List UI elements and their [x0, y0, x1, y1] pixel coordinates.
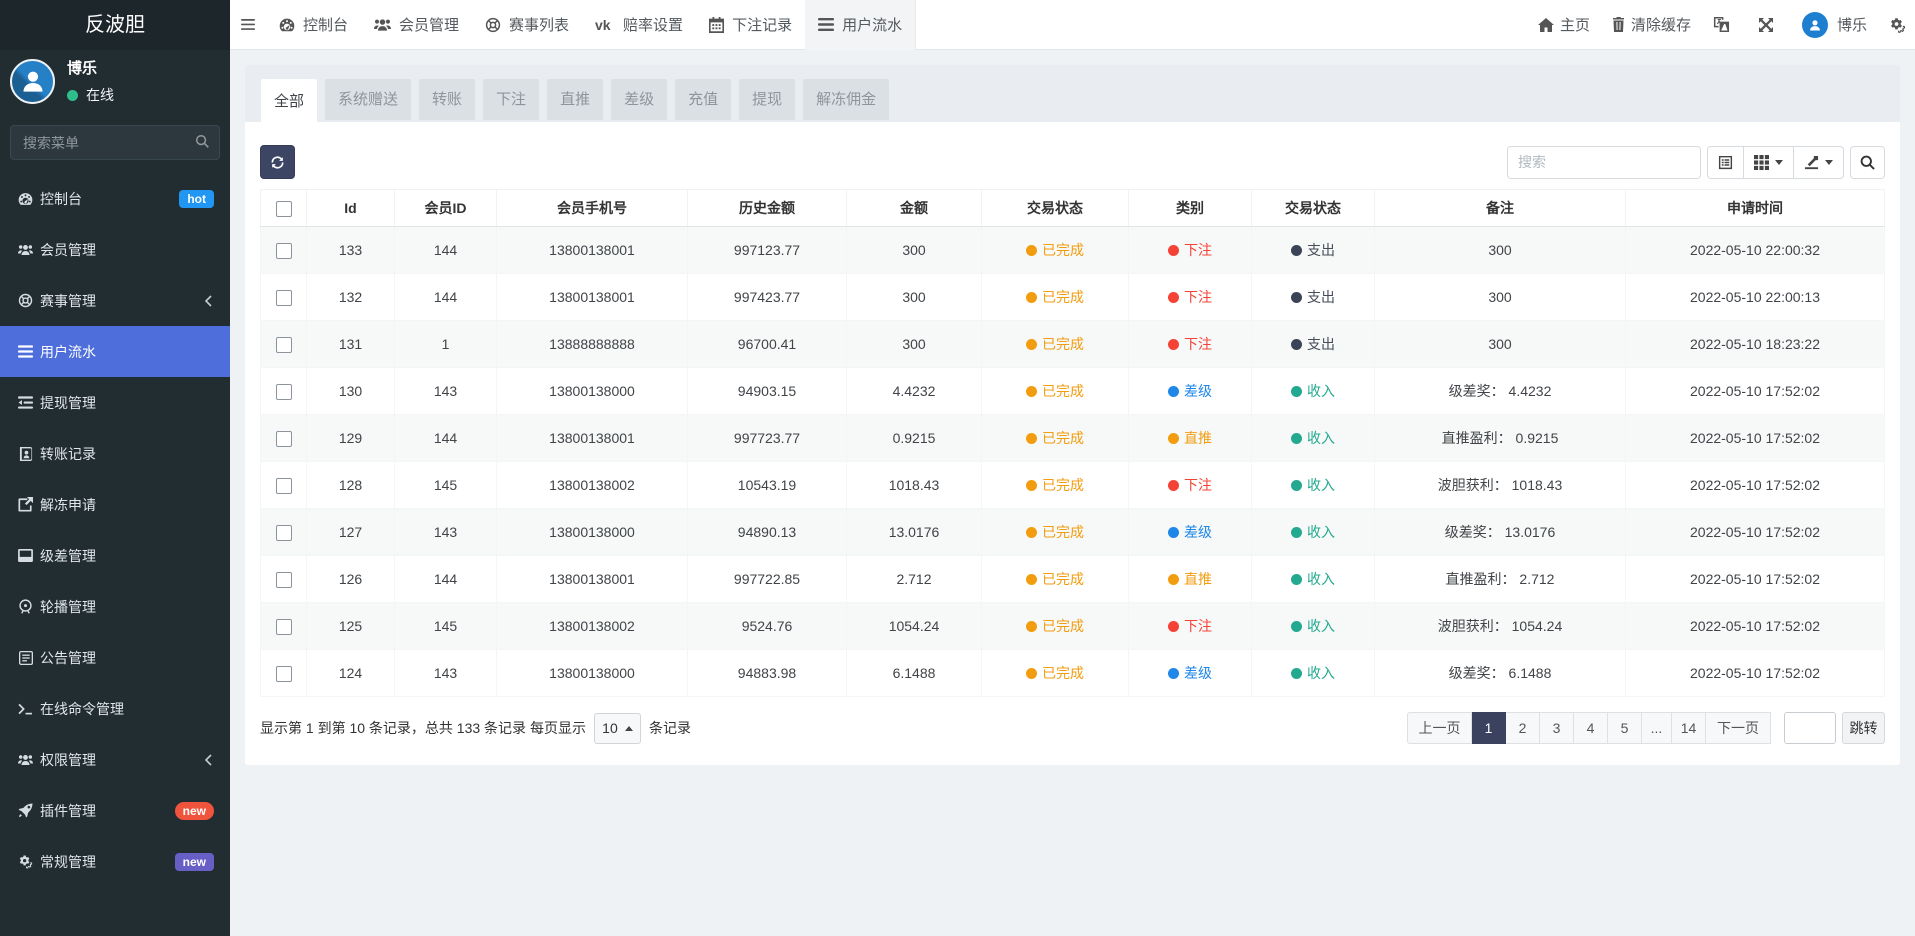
svg-text:vk: vk: [595, 19, 611, 31]
